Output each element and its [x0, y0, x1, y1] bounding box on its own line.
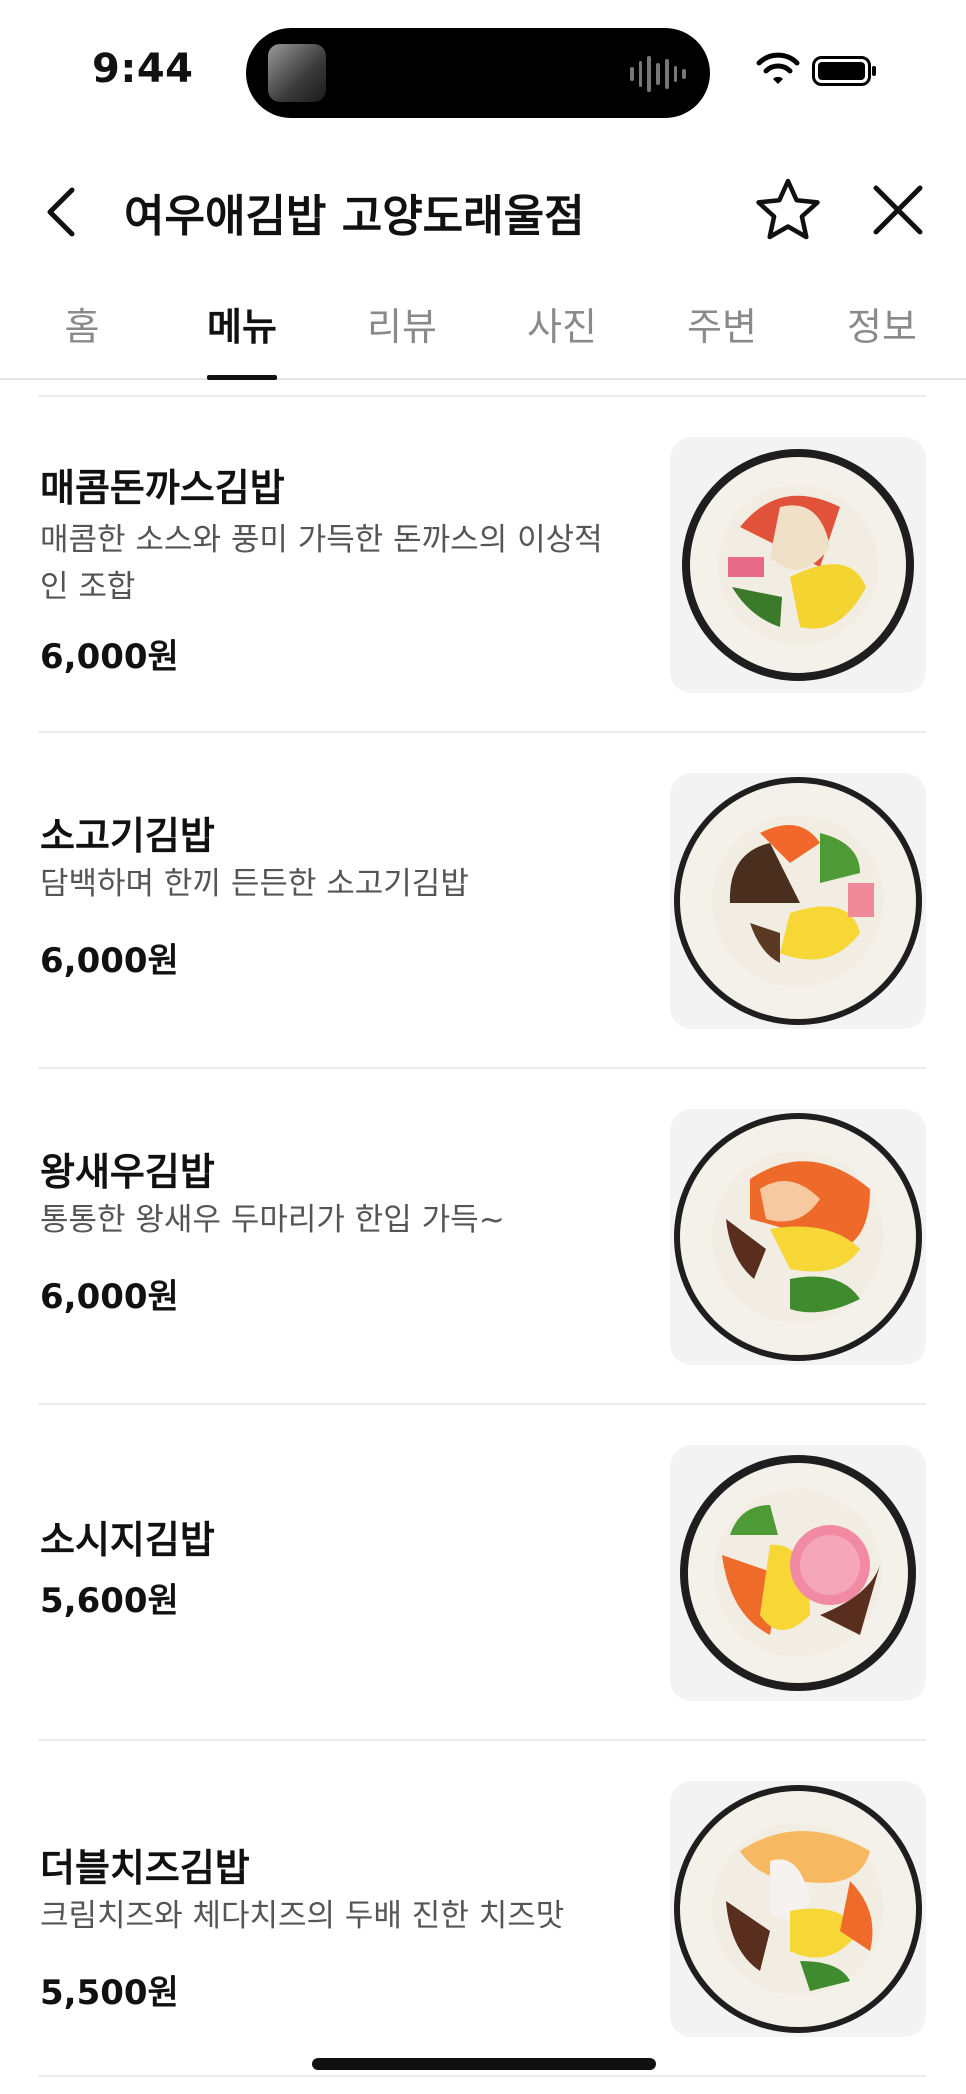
menu-item-photo	[670, 773, 926, 1029]
page-title: 여우애김밥 고양도래울점	[124, 191, 585, 242]
menu-item-name: 소고기김밥	[40, 814, 215, 858]
menu-item-king-shrimp-kimbap[interactable]: 왕새우김밥 통통한 왕새우 두마리가 한입 가득~ 6,000원	[38, 1067, 926, 1405]
status-bar: 9:44	[0, 0, 966, 140]
dynamic-island	[246, 28, 710, 118]
tab-nearby[interactable]: 주변	[642, 296, 802, 378]
active-tab-indicator	[207, 375, 277, 380]
menu-item-photo	[670, 1109, 926, 1365]
menu-item-price: 6,000원	[40, 637, 179, 677]
wifi-icon	[756, 52, 800, 84]
menu-item-sausage-kimbap[interactable]: 소시지김밥 5,600원	[38, 1403, 926, 1741]
menu-item-price: 5,600원	[40, 1581, 179, 1621]
menu-item-price: 6,000원	[40, 941, 179, 981]
status-time: 9:44	[92, 46, 194, 92]
menu-item-description: 담백하며 한끼 든든한 소고기김밥	[40, 866, 469, 902]
store-header: 여우애김밥 고양도래울점	[0, 160, 966, 260]
menu-item-price: 6,000원	[40, 1277, 179, 1317]
now-playing-artwork	[268, 44, 326, 102]
list-divider	[38, 2075, 926, 2087]
menu-item-description: 크림치즈와 체다치즈의 두배 진한 치즈맛	[40, 1898, 565, 1934]
tab-reviews[interactable]: 리뷰	[322, 296, 482, 378]
close-button[interactable]	[870, 182, 926, 238]
menu-item-description: 통통한 왕새우 두마리가 한입 가득~	[40, 1202, 505, 1238]
tab-home[interactable]: 홈	[2, 296, 162, 378]
audio-waveform-icon	[630, 54, 687, 94]
tab-menu[interactable]: 메뉴	[162, 296, 322, 380]
menu-item-name: 더블치즈김밥	[40, 1846, 250, 1890]
favorite-star-button[interactable]	[754, 176, 822, 244]
menu-item-photo	[670, 1445, 926, 1701]
tab-photos[interactable]: 사진	[482, 296, 642, 378]
menu-item-price: 5,500원	[40, 1973, 179, 2013]
store-tabs: 홈 메뉴 리뷰 사진 주변 정보	[0, 282, 966, 380]
tab-menu-label: 메뉴	[207, 305, 277, 349]
menu-item-photo	[670, 437, 926, 693]
menu-item-name: 왕새우김밥	[40, 1150, 215, 1194]
menu-item-description: 매콤한 소스와 풍미 가득한 돈까스의 이상적인 조합	[40, 522, 603, 605]
battery-icon	[812, 56, 876, 86]
tab-info[interactable]: 정보	[802, 296, 962, 378]
menu-item-spicy-pork-cutlet-kimbap[interactable]: 매콤돈까스김밥 매콤한 소스와 풍미 가득한 돈까스의 이상적인 조합 6,00…	[38, 395, 926, 733]
menu-item-name: 소시지김밥	[40, 1518, 215, 1562]
menu-item-name: 매콤돈까스김밥	[40, 466, 285, 510]
menu-item-double-cheese-kimbap[interactable]: 더블치즈김밥 크림치즈와 체다치즈의 두배 진한 치즈맛 5,500원	[38, 1739, 926, 2077]
back-button[interactable]	[40, 182, 84, 242]
home-indicator[interactable]	[312, 2058, 656, 2070]
menu-item-photo	[670, 1781, 926, 2037]
menu-item-beef-kimbap[interactable]: 소고기김밥 담백하며 한끼 든든한 소고기김밥 6,000원	[38, 731, 926, 1069]
